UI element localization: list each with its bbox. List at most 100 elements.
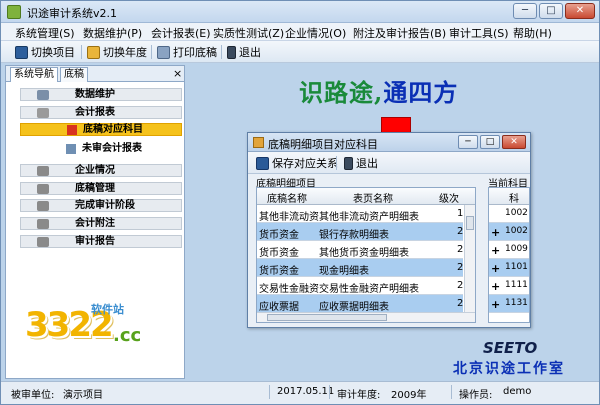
cell-level: 1 [457, 208, 464, 219]
nav-group-complete-audit[interactable]: 完成审计阶段 [20, 199, 182, 212]
column-header-level[interactable]: 级次 [439, 190, 459, 205]
table-row[interactable]: 货币资金 银行存款明细表 2 [257, 223, 463, 241]
table-row[interactable]: 交易性金融资 交易性金融资产明细表 2 [257, 277, 463, 295]
menu-data[interactable]: 数据维护(P) [83, 25, 142, 41]
toolbar: 切换项目 切换年度 打印底稿 退出 [1, 41, 599, 63]
audit-year-value: 2009年 [391, 390, 427, 401]
subject-row[interactable]: + 1111 [489, 277, 529, 295]
save-mapping-button[interactable]: 保存对应关系 [256, 155, 338, 171]
slogan: 识路途,通四方 [299, 73, 458, 108]
folder-icon [15, 45, 28, 59]
minimize-button[interactable]: ─ [513, 3, 537, 19]
exit-button[interactable]: 退出 [227, 44, 261, 60]
cell-level: 2 [457, 244, 464, 255]
table-row[interactable]: 货币资金 其他货币资金明细表 2 [257, 241, 463, 259]
nav-item-label: 未审会计报表 [82, 143, 142, 154]
nav-group-audit-report[interactable]: 审计报告 [20, 235, 182, 248]
dialog-exit-label: 退出 [356, 157, 378, 170]
horizontal-scrollbar[interactable] [257, 312, 475, 322]
exit-label: 退出 [239, 46, 261, 59]
title-bar: 识途审计系统v2.1 ─ □ ✕ [1, 1, 599, 23]
red-marker [381, 117, 411, 133]
column-header-page-name[interactable]: 表页名称 [353, 190, 393, 205]
dialog-exit-button[interactable]: 退出 [344, 155, 378, 171]
vertical-scrollbar[interactable] [464, 205, 475, 312]
table-row[interactable]: 应收票据 应收票据明细表 2 [257, 295, 463, 313]
dialog-maximize-button[interactable]: □ [480, 135, 500, 149]
subject-row[interactable]: 1002 [489, 205, 529, 223]
expand-icon[interactable]: + [491, 244, 500, 257]
subject-code: 1002 [505, 226, 528, 236]
subject-row[interactable]: + 1002 [489, 223, 529, 241]
nav-group-accounting-notes[interactable]: 会计附注 [20, 217, 182, 230]
toolbar-separator [221, 45, 222, 59]
site-watermark-logo: 3322 .cc 软件站 [25, 301, 175, 357]
nav-item-draft-subjects[interactable]: 底稿对应科目 [20, 123, 182, 136]
menu-help[interactable]: 帮助(H) [513, 25, 552, 41]
scrollbar-thumb[interactable] [466, 216, 474, 230]
slogan-part-1: 识路途, [299, 78, 384, 107]
dialog-minimize-button[interactable]: ─ [458, 135, 478, 149]
print-draft-button[interactable]: 打印底稿 [157, 44, 217, 60]
cart-icon [37, 184, 49, 194]
watermark-domain: .cc [113, 325, 142, 346]
switch-year-button[interactable]: 切换年度 [87, 44, 147, 60]
nav-group-enterprise[interactable]: 企业情况 [20, 164, 182, 177]
cell-page-name: 现金明细表 [319, 266, 369, 277]
subject-code: 1002 [505, 208, 528, 218]
menu-reports[interactable]: 会计报表(E) [151, 25, 211, 41]
grid-header: 科 [489, 188, 529, 205]
column-header-subject[interactable]: 科 [509, 190, 519, 205]
close-button[interactable]: ✕ [565, 3, 595, 19]
printer-icon [157, 45, 170, 59]
nav-group-label: 数据维护 [75, 89, 115, 100]
menu-enterprise[interactable]: 企业情况(O) [285, 25, 346, 41]
expand-icon[interactable]: + [491, 280, 500, 293]
nav-item-label: 底稿对应科目 [83, 124, 143, 135]
scrollbar-thumb[interactable] [267, 314, 387, 321]
tab-draft[interactable]: 底稿 [60, 67, 88, 82]
calendar-icon [87, 45, 100, 59]
dialog-title: 底稿明细项目对应科目 [268, 138, 378, 151]
cell-page-name: 其他非流动资产明细表 [319, 212, 419, 223]
expand-icon[interactable]: + [491, 262, 500, 275]
current-subject-grid: 科 1002 + 1002 + 1009 + 1101 + 1111 + 113… [488, 187, 530, 323]
window-title: 识途审计系统v2.1 [27, 7, 118, 20]
menu-tools[interactable]: 审计工具(S) [449, 25, 509, 41]
table-row[interactable]: 货币资金 现金明细表 2 [257, 259, 463, 277]
menu-system[interactable]: 系统管理(S) [15, 25, 75, 41]
nav-group-label: 完成审计阶段 [75, 200, 135, 211]
switch-year-label: 切换年度 [103, 46, 147, 59]
document-icon [67, 125, 77, 135]
nav-group-accounting-reports[interactable]: 会计报表 [20, 106, 182, 119]
subject-mapping-dialog: 底稿明细项目对应科目 ─ □ ✕ 保存对应关系 退出 底稿明细项目 当前科目 底… [247, 132, 531, 328]
expand-icon[interactable]: + [491, 298, 500, 311]
report-book-icon [37, 237, 49, 247]
maximize-button[interactable]: □ [539, 3, 563, 19]
menu-substantive[interactable]: 实质性测试(Z) [213, 25, 284, 41]
watermark-site-name: 软件站 [91, 303, 124, 316]
dialog-title-bar: 底稿明细项目对应科目 ─ □ ✕ [248, 133, 530, 152]
subject-row[interactable]: + 1009 [489, 241, 529, 259]
building-icon [37, 166, 49, 176]
dialog-close-button[interactable]: ✕ [502, 135, 526, 149]
subject-row[interactable]: + 1131 [489, 295, 529, 313]
panel-close-icon[interactable]: × [173, 67, 182, 80]
subject-row[interactable]: + 1101 [489, 259, 529, 277]
menu-notes[interactable]: 附注及审计报告(B) [353, 25, 446, 41]
brand-logo-text: SEETO [483, 339, 538, 357]
menu-bar: 系统管理(S) 数据维护(P) 会计报表(E) 实质性测试(Z) 企业情况(O)… [1, 23, 599, 41]
subject-code: 1111 [505, 280, 528, 290]
cell-level: 2 [457, 226, 464, 237]
tab-system-nav[interactable]: 系统导航 [10, 67, 58, 82]
status-separator [451, 385, 452, 399]
nav-group-data-maintenance[interactable]: 数据维护 [20, 88, 182, 101]
nav-group-draft-management[interactable]: 底稿管理 [20, 182, 182, 195]
nav-item-unaudited-reports[interactable]: 未审会计报表 [20, 143, 182, 156]
switch-project-button[interactable]: 切换项目 [15, 44, 75, 60]
grid-header: 底稿名称 表页名称 级次 [257, 188, 475, 205]
table-row[interactable]: 其他非流动资 其他非流动资产明细表 1 [257, 205, 463, 223]
column-header-draft-name[interactable]: 底稿名称 [267, 190, 307, 205]
expand-icon[interactable]: + [491, 226, 500, 239]
nav-group-label: 审计报告 [75, 236, 115, 247]
